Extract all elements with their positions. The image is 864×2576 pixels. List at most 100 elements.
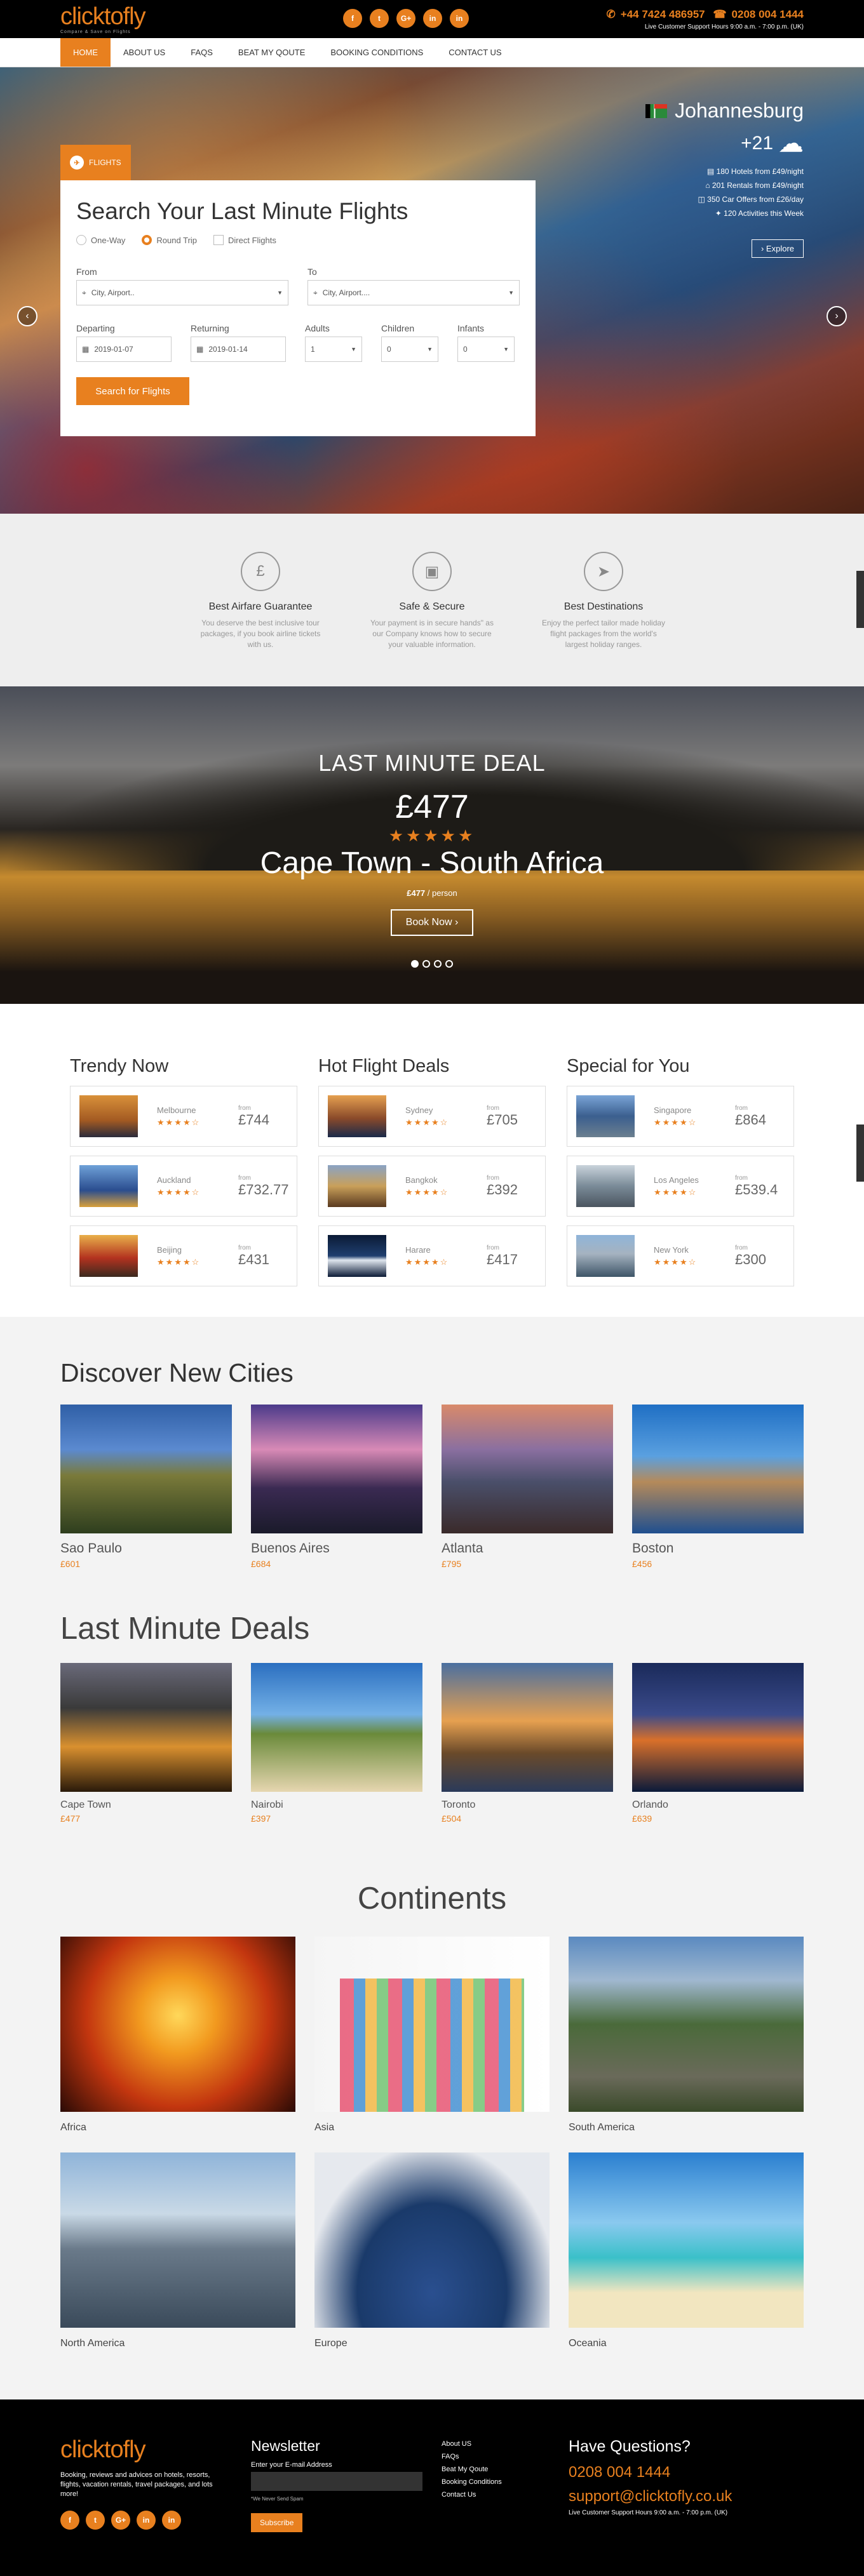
- city-card[interactable]: Buenos Aires £684: [251, 1405, 422, 1569]
- city-name: Sao Paulo: [60, 1541, 122, 1556]
- footer-logo[interactable]: clicktofly: [60, 2438, 251, 2462]
- side-tab[interactable]: [856, 1124, 864, 1182]
- twitter-icon[interactable]: t: [370, 9, 389, 28]
- nav-faqs[interactable]: FAQS: [178, 38, 226, 67]
- from-label: from: [487, 1104, 499, 1112]
- one-way-radio[interactable]: One-Way: [76, 235, 125, 245]
- price-value: £732.77: [238, 1181, 289, 1198]
- column-title: Special for You: [567, 1056, 690, 1076]
- radio-off-icon: [76, 235, 86, 245]
- carousel-dot[interactable]: [445, 960, 453, 968]
- book-now-button[interactable]: Book Now ›: [390, 909, 474, 936]
- from-input[interactable]: ⌖ City, Airport.. ▼: [76, 280, 288, 305]
- footer-link-about[interactable]: About US: [442, 2438, 569, 2450]
- trend-card[interactable]: Sydney ★★★★☆ from £705: [318, 1086, 546, 1147]
- facebook-icon[interactable]: f: [60, 2511, 79, 2530]
- google-plus-icon[interactable]: G+: [396, 9, 415, 28]
- departing-input[interactable]: ▦ 2019-01-07: [76, 337, 172, 362]
- side-tab[interactable]: [856, 571, 864, 628]
- round-trip-radio[interactable]: Round Trip: [142, 235, 197, 245]
- email-field[interactable]: [251, 2472, 422, 2491]
- explore-button[interactable]: › Explore: [751, 239, 804, 258]
- carousel-dot[interactable]: [411, 960, 419, 968]
- deal-name: Cape Town: [60, 1799, 111, 1810]
- trend-price: from £539.4: [735, 1175, 785, 1198]
- adults-select[interactable]: 1 ▼: [305, 337, 362, 362]
- footer-phone[interactable]: 0208 004 1444: [569, 2464, 732, 2481]
- phone-1[interactable]: +44 7424 486957: [621, 8, 705, 20]
- continent-name: Europe: [314, 2338, 348, 2349]
- trend-card[interactable]: Singapore ★★★★☆ from £864: [567, 1086, 794, 1147]
- direct-flights-checkbox[interactable]: Direct Flights: [213, 235, 276, 245]
- trend-card[interactable]: Harare ★★★★☆ from £417: [318, 1225, 546, 1286]
- trend-card[interactable]: New York ★★★★☆ from £300: [567, 1225, 794, 1286]
- facebook-icon[interactable]: f: [343, 9, 362, 28]
- nav-contact-us[interactable]: CONTACT US: [436, 38, 514, 67]
- trendy-now-column: Trendy Now Melbourne ★★★★☆ from £744 Auckl…: [70, 1056, 297, 1317]
- continent-card[interactable]: South America: [569, 1937, 804, 2133]
- continent-card[interactable]: Asia: [314, 1937, 550, 2133]
- to-input[interactable]: ⌖ City, Airport.... ▼: [307, 280, 520, 305]
- nav-about-us[interactable]: ABOUT US: [111, 38, 178, 67]
- nav-beat-my-quote[interactable]: BEAT MY QOUTE: [226, 38, 318, 67]
- trend-card[interactable]: Melbourne ★★★★☆ from £744: [70, 1086, 297, 1147]
- subscribe-button[interactable]: Subscribe: [251, 2513, 303, 2532]
- price-value: £300: [735, 1251, 766, 1267]
- continent-image: [60, 1937, 295, 2112]
- deal-card[interactable]: Cape Town £477: [60, 1663, 232, 1824]
- feature-destinations: ➤ Best Destinations Enjoy the perfect ta…: [540, 552, 667, 686]
- location-pin-icon: ⌖: [313, 288, 318, 297]
- rating-stars: ★★★★☆: [157, 1187, 201, 1197]
- continent-card[interactable]: North America: [60, 2152, 295, 2349]
- price-value: £392: [487, 1181, 518, 1198]
- nav-booking-conditions[interactable]: BOOKING CONDITIONS: [318, 38, 436, 67]
- continent-card[interactable]: Oceania: [569, 2152, 804, 2349]
- returning-input[interactable]: ▦ 2019-01-14: [191, 337, 286, 362]
- activities-stat: ✦ 120 Activities this Week: [645, 206, 804, 220]
- deal-card[interactable]: Toronto £504: [442, 1663, 613, 1824]
- phone-2[interactable]: 0208 004 1444: [732, 8, 804, 20]
- google-plus-icon[interactable]: G+: [111, 2511, 130, 2530]
- explore-label: Explore: [766, 244, 794, 253]
- trip-type: One-Way Round Trip Direct Flights: [76, 235, 520, 245]
- calendar-icon: ▦: [82, 345, 90, 354]
- destination-name: Los Angeles: [654, 1175, 699, 1185]
- deal-destination: Cape Town - South Africa: [260, 846, 604, 880]
- footer-link-booking-conditions[interactable]: Booking Conditions: [442, 2476, 569, 2488]
- footer-link-faqs[interactable]: FAQs: [442, 2450, 569, 2463]
- instagram-icon[interactable]: in: [162, 2511, 181, 2530]
- deal-card[interactable]: Nairobi £397: [251, 1663, 422, 1824]
- instagram-icon[interactable]: in: [450, 9, 469, 28]
- carousel-dot[interactable]: [434, 960, 442, 968]
- city-card[interactable]: Sao Paulo £601: [60, 1405, 232, 1569]
- logo-text[interactable]: clicktofly: [60, 3, 146, 30]
- city-card[interactable]: Boston £456: [632, 1405, 804, 1569]
- continent-card[interactable]: Africa: [60, 1937, 295, 2133]
- nav-home[interactable]: HOME: [60, 38, 111, 67]
- search-flights-button[interactable]: Search for Flights: [76, 377, 189, 405]
- trend-card[interactable]: Auckland ★★★★☆ from £732.77: [70, 1156, 297, 1217]
- tab-flights[interactable]: ✈ FLIGHTS: [60, 145, 131, 180]
- linkedin-icon[interactable]: in: [137, 2511, 156, 2530]
- footer-email[interactable]: support@clicktofly.co.uk: [569, 2488, 732, 2506]
- logo[interactable]: clicktofly Compare & Save on Flights: [60, 3, 146, 34]
- linkedin-icon[interactable]: in: [423, 9, 442, 28]
- children-select[interactable]: 0 ▼: [381, 337, 438, 362]
- city-card[interactable]: Atlanta £795: [442, 1405, 613, 1569]
- trend-card[interactable]: Los Angeles ★★★★☆ from £539.4: [567, 1156, 794, 1217]
- infants-select[interactable]: 0 ▼: [457, 337, 515, 362]
- checkbox-icon: [213, 235, 224, 245]
- trend-card[interactable]: Beijing ★★★★☆ from £431: [70, 1225, 297, 1286]
- trend-price: from £744: [238, 1105, 288, 1128]
- chevron-right-icon[interactable]: ›: [827, 306, 847, 326]
- price-value: £539.4: [735, 1181, 778, 1198]
- continent-card[interactable]: Europe: [314, 2152, 550, 2349]
- footer-link-beat-my-quote[interactable]: Beat My Qoute: [442, 2463, 569, 2476]
- carousel-dot[interactable]: [422, 960, 430, 968]
- chevron-left-icon[interactable]: ‹: [17, 306, 37, 326]
- trend-card[interactable]: Bangkok ★★★★☆ from £392: [318, 1156, 546, 1217]
- footer-link-contact[interactable]: Contact Us: [442, 2488, 569, 2501]
- deal-card[interactable]: Orlando £639: [632, 1663, 804, 1824]
- twitter-icon[interactable]: t: [86, 2511, 105, 2530]
- special-for-you-column: Special for You Singapore ★★★★☆ from £864 …: [567, 1056, 794, 1317]
